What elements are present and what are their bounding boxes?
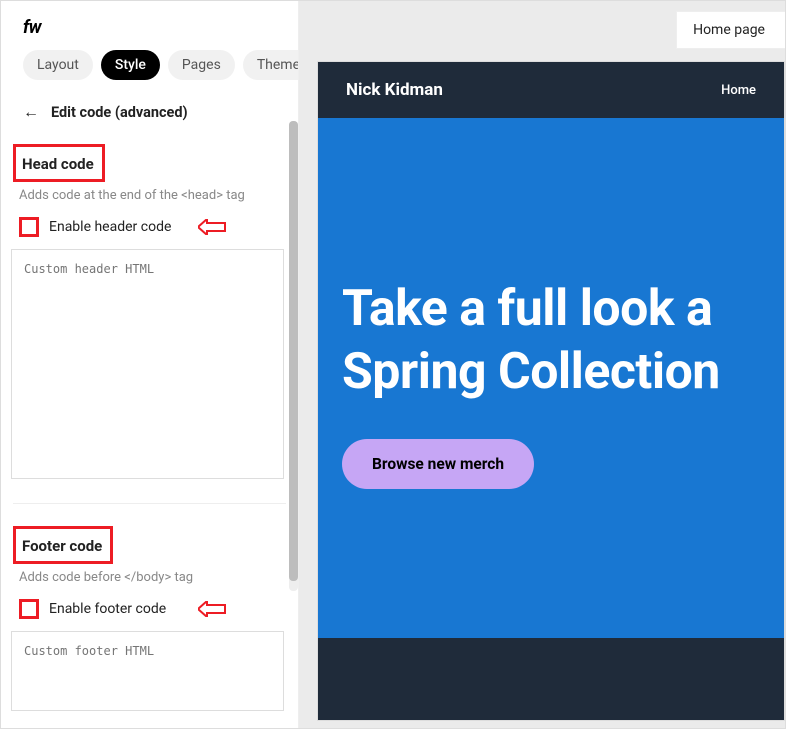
annotation-arrow-icon	[198, 219, 226, 235]
enable-header-label: Enable header code	[49, 219, 171, 235]
back-icon[interactable]: ←	[23, 102, 39, 122]
hero-heading-line2: Spring Collection	[342, 341, 784, 404]
hero-section: Take a full look a Spring Collection Bro…	[318, 118, 784, 638]
enable-header-row: Enable header code	[13, 213, 286, 249]
app-logo: fw	[1, 1, 298, 50]
preview-frame: Nick Kidman Home Take a full look a Spri…	[317, 61, 785, 721]
nav-home-link[interactable]: Home	[721, 83, 756, 98]
enable-footer-row: Enable footer code	[13, 595, 286, 631]
site-footer	[318, 638, 784, 721]
cta-button[interactable]: Browse new merch	[342, 439, 534, 489]
scrollbar-thumb[interactable]	[289, 121, 298, 581]
hero-heading-line1: Take a full look a	[342, 278, 784, 341]
tab-style[interactable]: Style	[101, 50, 160, 80]
footer-code-desc: Adds code before </body> tag	[13, 564, 286, 595]
page-indicator[interactable]: Home page	[676, 11, 785, 49]
editor-sidebar: fw Layout Style Pages Theme ← Edit code …	[1, 1, 299, 728]
enable-footer-label: Enable footer code	[49, 601, 166, 617]
tab-layout[interactable]: Layout	[23, 50, 93, 80]
breadcrumb-label: Edit code (advanced)	[51, 104, 188, 121]
section-divider	[13, 503, 286, 504]
site-title: Nick Kidman	[346, 80, 443, 100]
header-code-textarea[interactable]	[11, 249, 284, 479]
preview-area: Home page Nick Kidman Home Take a full l…	[299, 1, 785, 728]
enable-header-checkbox[interactable]	[19, 217, 39, 237]
footer-code-section: Footer code Adds code before </body> tag…	[1, 512, 298, 631]
footer-code-title: Footer code	[13, 526, 113, 564]
breadcrumb: ← Edit code (advanced)	[1, 90, 298, 130]
annotation-arrow-icon	[198, 601, 226, 617]
tab-theme[interactable]: Theme	[243, 50, 299, 80]
enable-footer-checkbox[interactable]	[19, 599, 39, 619]
head-code-section: Head code Adds code at the end of the <h…	[1, 130, 298, 249]
editor-tabs: Layout Style Pages Theme	[1, 50, 298, 90]
site-header: Nick Kidman Home	[318, 62, 784, 118]
head-code-title: Head code	[13, 144, 105, 182]
tab-pages[interactable]: Pages	[168, 50, 235, 80]
sidebar-scroll[interactable]: Head code Adds code at the end of the <h…	[1, 130, 298, 728]
scrollbar-track[interactable]	[289, 121, 298, 591]
head-code-desc: Adds code at the end of the <head> tag	[13, 182, 286, 213]
footer-code-textarea[interactable]	[11, 631, 284, 711]
